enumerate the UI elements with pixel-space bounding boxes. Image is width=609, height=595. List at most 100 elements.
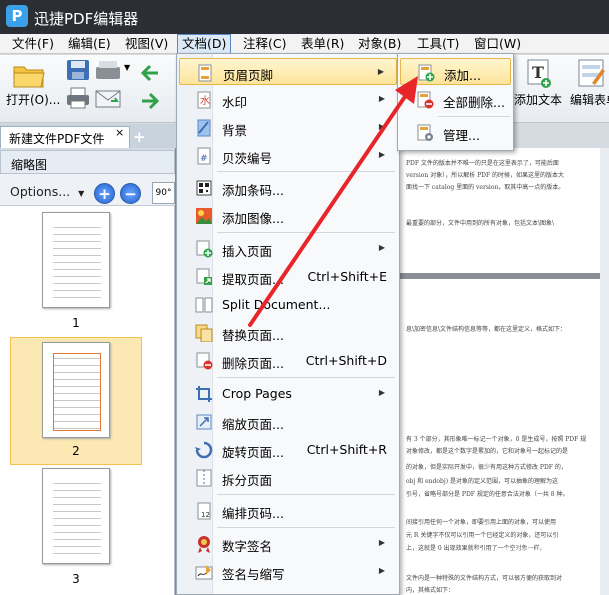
submenu-arrow-icon: ▶: [378, 94, 385, 103]
header-footer-icon: [198, 64, 212, 82]
menu-item-sign-initials[interactable]: 签名与缩写 ▶: [179, 558, 397, 585]
menu-separator: [217, 494, 395, 495]
delete-page-icon: [196, 352, 213, 370]
svg-text:#: #: [200, 154, 208, 164]
menu-item-header-footer[interactable]: 页眉页脚 ▶: [179, 58, 397, 85]
page-thumbnail-2[interactable]: [42, 342, 110, 438]
forward-arrow-icon[interactable]: [140, 91, 160, 111]
menu-item-bates-number[interactable]: # 贝茨编号 ▶: [179, 142, 397, 169]
add-header-icon: [418, 64, 435, 82]
menu-item-add-image[interactable]: 添加图像...: [179, 202, 397, 229]
menu-item-split-page[interactable]: 拆分页面: [179, 464, 397, 491]
menu-item-insert-page[interactable]: 插入页面 ▶: [179, 235, 397, 262]
edit-form-label[interactable]: 编辑表单: [570, 91, 609, 108]
thumbnail-panel-title: 缩略图: [0, 150, 175, 174]
menu-object[interactable]: 对象(B): [354, 34, 405, 54]
header-footer-submenu: 添加... 全部删除... 管理...: [397, 53, 514, 151]
extract-page-icon: [196, 268, 212, 285]
menu-comment[interactable]: 注释(C): [239, 34, 290, 54]
page-thumbnail-1[interactable]: [42, 212, 110, 308]
vertical-scrollbar[interactable]: [600, 148, 609, 595]
watermark-icon: 水: [197, 91, 211, 109]
rotate-button[interactable]: 90°: [152, 182, 175, 204]
tab-close-icon[interactable]: ×: [115, 126, 124, 139]
digital-signature-icon: [198, 536, 210, 553]
rotate-page-icon: [195, 441, 213, 459]
tab-bar: 新建文件PDF文件 × +: [0, 124, 175, 148]
scan-dropdown-icon[interactable]: ▼: [124, 63, 130, 72]
zoom-out-button[interactable]: −: [120, 183, 141, 204]
menu-item-resize-page[interactable]: 缩放页面...: [179, 408, 397, 435]
email-icon[interactable]: [95, 87, 121, 109]
svg-text:T: T: [532, 63, 544, 82]
resize-page-icon: [196, 414, 212, 430]
menu-bar: 文件(F) 编辑(E) 视图(V) 文档(D) 注释(C) 表单(R) 对象(B…: [0, 34, 609, 54]
submenu-arrow-icon: ▶: [378, 122, 385, 131]
document-menu-dropdown: 页眉页脚 ▶ 水 水印 ▶ 背景 ▶ # 贝茨编号 ▶ 添加条码... 添加图像…: [176, 53, 400, 595]
split-document-icon: [195, 297, 213, 313]
add-text-label[interactable]: 添加文本: [514, 91, 562, 108]
menu-item-split-document[interactable]: Split Document...: [179, 291, 397, 318]
manage-header-icon: [417, 124, 433, 141]
document-tab[interactable]: 新建文件PDF文件: [0, 126, 130, 148]
menu-window[interactable]: 窗口(W): [470, 34, 525, 54]
submenu-item-manage[interactable]: 管理...: [400, 119, 511, 146]
document-page: PDF 文件的版本并不唯一的只是在这里表示了，可能后面 version 对象），…: [400, 148, 600, 273]
menu-document[interactable]: 文档(D): [177, 34, 232, 54]
menu-item-rotate-page[interactable]: 旋转页面... Ctrl+Shift+R: [179, 436, 397, 463]
back-arrow-icon[interactable]: [140, 63, 160, 83]
menu-item-watermark[interactable]: 水 水印 ▶: [179, 86, 397, 113]
svg-text:水: 水: [200, 95, 210, 107]
menu-item-background[interactable]: 背景 ▶: [179, 114, 397, 141]
add-image-icon: [196, 208, 212, 224]
menu-item-delete-page[interactable]: 删除页面... Ctrl+Shift+D: [179, 347, 397, 374]
menu-form[interactable]: 表单(R): [297, 34, 348, 54]
replace-page-icon: [195, 324, 213, 342]
page-thumbnail-3[interactable]: [42, 468, 110, 564]
menu-separator: [217, 232, 395, 233]
save-icon[interactable]: [66, 59, 90, 81]
submenu-arrow-icon: ▶: [378, 243, 385, 252]
thumbnail-list: 1 2 3: [0, 206, 175, 595]
submenu-arrow-icon: ▶: [378, 150, 385, 159]
title-bar: P 迅捷PDF编辑器: [0, 0, 609, 34]
add-text-icon[interactable]: T: [526, 59, 552, 89]
menu-view[interactable]: 视图(V): [121, 34, 172, 54]
zoom-in-button[interactable]: +: [94, 183, 115, 204]
menu-edit[interactable]: 编辑(E): [64, 34, 115, 54]
menu-file[interactable]: 文件(F): [8, 34, 58, 54]
menu-item-replace-page[interactable]: 替换页面...: [179, 319, 397, 346]
print-icon[interactable]: [66, 87, 90, 109]
menu-item-add-barcode[interactable]: 添加条码...: [179, 174, 397, 201]
remove-all-header-icon: [417, 91, 434, 109]
menu-item-page-numbering[interactable]: 12 编排页码...: [179, 497, 397, 524]
menu-separator: [217, 377, 395, 378]
submenu-item-remove-all[interactable]: 全部删除...: [400, 86, 511, 113]
open-button-label[interactable]: 打开(O)...: [6, 91, 60, 108]
menu-item-crop-pages[interactable]: Crop Pages ▶: [179, 380, 397, 407]
menu-item-extract-page[interactable]: 提取页面... Ctrl+Shift+E: [179, 263, 397, 290]
submenu-arrow-icon: ▶: [378, 538, 385, 547]
menu-item-digital-signature[interactable]: 数字签名 ▶: [179, 530, 397, 557]
page-numbering-icon: 12: [197, 502, 211, 520]
menu-separator: [438, 116, 510, 117]
open-folder-icon[interactable]: [12, 61, 46, 89]
thumbnail-toolbar: Options... ▼ + − 90°: [0, 174, 175, 206]
page-number-3: 3: [72, 572, 80, 586]
submenu-arrow-icon: ▶: [378, 388, 385, 397]
insert-page-icon: [196, 240, 213, 258]
svg-text:12: 12: [201, 511, 210, 519]
menu-tools[interactable]: 工具(T): [413, 34, 463, 54]
submenu-arrow-icon: ▶: [377, 67, 384, 76]
scan-icon[interactable]: [95, 59, 121, 81]
submenu-item-add[interactable]: 添加...: [400, 58, 511, 85]
edit-form-icon[interactable]: [578, 59, 606, 89]
new-tab-icon[interactable]: +: [133, 128, 146, 146]
crop-pages-icon: [196, 386, 212, 402]
menu-separator: [217, 527, 395, 528]
window-title: 迅捷PDF编辑器: [34, 10, 139, 28]
menu-separator: [217, 171, 395, 172]
thumbnail-options-button[interactable]: Options... ▼: [10, 184, 84, 199]
chevron-down-icon: ▼: [78, 189, 85, 198]
background-icon: [197, 119, 211, 137]
